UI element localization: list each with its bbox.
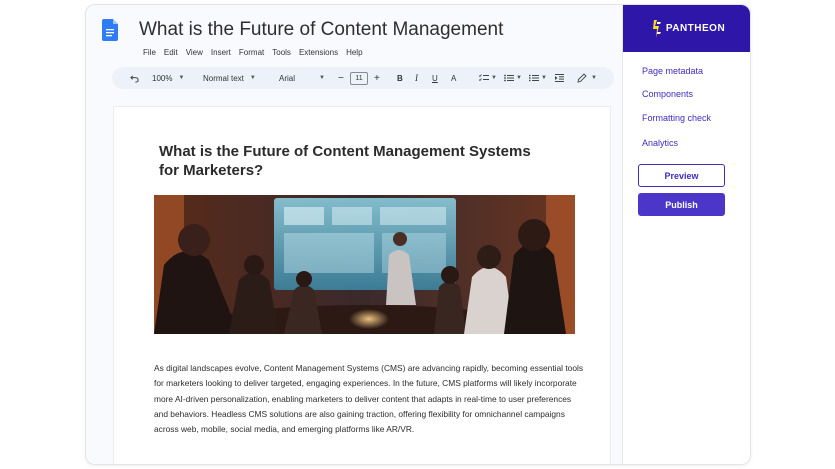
menu-insert[interactable]: Insert bbox=[211, 48, 231, 57]
chevron-down-icon: ▼ bbox=[516, 75, 522, 81]
docs-logo-icon bbox=[102, 19, 118, 41]
nav-formatting-check[interactable]: Formatting check bbox=[642, 113, 711, 123]
menu-bar: File Edit View Insert Format Tools Exten… bbox=[143, 48, 363, 57]
document-body-paragraph: As digital landscapes evolve, Content Ma… bbox=[154, 363, 584, 435]
font-size-input[interactable]: 11 bbox=[350, 71, 368, 85]
document-page[interactable]: What is the Future of Content Management… bbox=[113, 106, 611, 464]
increase-font-size-button[interactable]: + bbox=[374, 67, 380, 89]
style-value: Normal text bbox=[203, 73, 244, 83]
pantheon-sidebar: PANTHEON Page metadata Components Format… bbox=[622, 5, 750, 464]
nav-analytics[interactable]: Analytics bbox=[642, 138, 678, 148]
document-title[interactable]: What is the Future of Content Management bbox=[139, 19, 503, 41]
font-size-field-wrapper: 11 bbox=[350, 67, 368, 89]
bold-button[interactable]: B bbox=[397, 67, 403, 89]
nav-components[interactable]: Components bbox=[642, 89, 693, 99]
pantheon-brand-header: PANTHEON bbox=[623, 5, 750, 52]
menu-edit[interactable]: Edit bbox=[164, 48, 178, 57]
formatting-toolbar: 100% ▼ Normal text ▼ Arial ▼ − 11 + B I … bbox=[112, 67, 614, 89]
menu-format[interactable]: Format bbox=[239, 48, 264, 57]
menu-view[interactable]: View bbox=[186, 48, 203, 57]
publish-button[interactable]: Publish bbox=[638, 193, 725, 216]
editing-mode-icon[interactable]: ▼ bbox=[577, 67, 597, 89]
chevron-down-icon: ▼ bbox=[249, 75, 256, 81]
chevron-down-icon: ▼ bbox=[491, 75, 497, 81]
underline-button[interactable]: U bbox=[432, 67, 438, 89]
chevron-down-icon: ▼ bbox=[541, 75, 547, 81]
indent-icon[interactable] bbox=[555, 67, 564, 89]
menu-tools[interactable]: Tools bbox=[272, 48, 291, 57]
nav-page-metadata[interactable]: Page metadata bbox=[642, 66, 703, 76]
google-docs-editor: What is the Future of Content Management… bbox=[86, 5, 622, 464]
numbered-list-icon[interactable]: ▼ bbox=[529, 67, 547, 89]
zoom-select[interactable]: 100% ▼ bbox=[152, 67, 184, 89]
undo-icon[interactable] bbox=[130, 67, 139, 89]
italic-button[interactable]: I bbox=[415, 67, 418, 89]
chevron-down-icon: ▼ bbox=[319, 75, 325, 81]
pantheon-logo-icon bbox=[652, 19, 661, 38]
bulleted-list-icon[interactable]: ▼ bbox=[504, 67, 522, 89]
checklist-icon[interactable]: ▼ bbox=[479, 67, 497, 89]
font-select[interactable]: Arial ▼ bbox=[279, 67, 325, 89]
font-value: Arial bbox=[279, 73, 296, 83]
menu-file[interactable]: File bbox=[143, 48, 156, 57]
brand-name: PANTHEON bbox=[665, 23, 726, 34]
zoom-value: 100% bbox=[152, 73, 173, 83]
decrease-font-size-button[interactable]: − bbox=[338, 67, 344, 89]
app-window: What is the Future of Content Management… bbox=[85, 4, 751, 465]
preview-button[interactable]: Preview bbox=[638, 164, 725, 187]
text-color-button[interactable]: A bbox=[451, 67, 456, 89]
chevron-down-icon: ▼ bbox=[591, 75, 597, 81]
menu-help[interactable]: Help bbox=[346, 48, 362, 57]
meeting-presentation-image bbox=[154, 195, 575, 334]
style-select[interactable]: Normal text ▼ bbox=[203, 67, 256, 89]
document-heading: What is the Future of Content Management… bbox=[159, 143, 531, 179]
chevron-down-icon: ▼ bbox=[178, 75, 185, 81]
menu-extensions[interactable]: Extensions bbox=[299, 48, 338, 57]
